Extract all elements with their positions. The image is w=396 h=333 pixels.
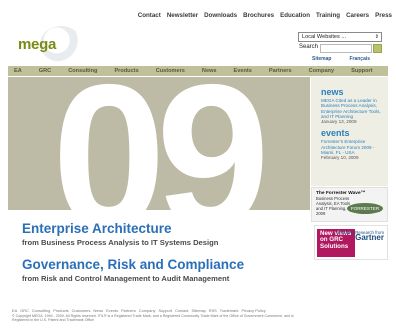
gartner-logo: Gartner (355, 233, 384, 242)
footer-link-events[interactable]: Events (106, 308, 118, 313)
hero-graphic: 09 (52, 77, 273, 210)
section-heading-ea[interactable]: Enterprise Architecture (22, 221, 172, 236)
main-nav-support[interactable]: Support (351, 68, 372, 74)
footer-nav: EA GRC Consulting Products Customers New… (12, 308, 266, 313)
top-nav: Contact Newsletter Downloads Brochures E… (138, 12, 392, 19)
gartner-feature: Featuring Research from Gartner (335, 230, 384, 242)
main-nav-customers[interactable]: Customers (156, 68, 185, 74)
local-websites-value: Local Websites ... (302, 34, 347, 40)
main-nav-products[interactable]: Products (114, 68, 138, 74)
footer-link-rss[interactable]: RSS (209, 308, 217, 313)
footer-link-company[interactable]: Company (139, 308, 156, 313)
main-nav-ea[interactable]: EA (14, 68, 22, 74)
news-date: January 13, 2009 (321, 119, 357, 125)
news-events-panel: news MEGA Cited as a Leader in Business … (311, 77, 388, 186)
news-item-link[interactable]: MEGA Cited as a Leader in Business Proce… (321, 98, 388, 119)
main-nav-news[interactable]: News (202, 68, 217, 74)
footer-link-partners[interactable]: Partners (121, 308, 136, 313)
events-date: February 10, 2009 (321, 155, 359, 161)
footer-link-support[interactable]: Support (158, 308, 172, 313)
footer-copyright: © Copyright MEGA. 1994 - 2009. All Right… (12, 314, 294, 323)
top-nav-training[interactable]: Training (316, 12, 340, 19)
footer-link-sitemap[interactable]: Sitemap (192, 308, 206, 313)
forrester-wave-banner[interactable]: The Forrester Wave™ Business Process Ana… (311, 187, 388, 222)
chevron-updown-icon: ⇕ (374, 34, 379, 40)
section-subheading-ea: from Business Process Analysis to IT Sys… (22, 238, 219, 247)
grc-gartner-banner[interactable]: New views on GRC Solutions Featuring Res… (314, 225, 388, 260)
top-nav-education[interactable]: Education (280, 12, 310, 19)
section-subheading-grc: from Risk and Control Management to Audi… (22, 274, 230, 283)
search-label: Search (299, 44, 319, 50)
footer-link-consulting[interactable]: Consulting (32, 308, 50, 313)
footer-link-customers[interactable]: Customers (72, 308, 91, 313)
hero-year-digits: 09 (52, 77, 263, 210)
footer-link-ea[interactable]: EA (12, 308, 17, 313)
search-go-button[interactable] (373, 44, 382, 53)
events-heading: events (321, 128, 350, 139)
main-nav-grc[interactable]: GRC (39, 68, 51, 74)
news-heading: news (321, 87, 344, 97)
francais-link[interactable]: Français (349, 56, 370, 62)
events-item-link[interactable]: Forrester’s Enterprise Architecture Foru… (321, 139, 388, 155)
footer-link-products[interactable]: Products (53, 308, 68, 313)
top-nav-contact[interactable]: Contact (138, 12, 161, 19)
top-nav-press[interactable]: Press (375, 12, 392, 19)
top-nav-newsletter[interactable]: Newsletter (167, 12, 198, 19)
sitemap-link[interactable]: Sitemap (312, 56, 331, 62)
footer-link-grc[interactable]: GRC (20, 308, 29, 313)
main-nav: EA GRC Consulting Products Customers New… (8, 66, 388, 76)
forrester-logo-badge: FORRESTER (347, 203, 383, 214)
local-websites-select[interactable]: Local Websites ... ⇕ (298, 32, 382, 42)
section-heading-grc[interactable]: Governance, Risk and Compliance (22, 257, 244, 272)
footer-link-contact[interactable]: Contact (175, 308, 188, 313)
search-input[interactable] (320, 44, 372, 53)
footer-link-news[interactable]: News (93, 308, 103, 313)
mega-logo[interactable]: mega (16, 26, 86, 62)
utility-links: Sitemap Français (312, 56, 370, 62)
top-nav-careers[interactable]: Careers (346, 12, 369, 19)
top-nav-downloads[interactable]: Downloads (204, 12, 237, 19)
main-nav-consulting[interactable]: Consulting (68, 68, 97, 74)
footer-link-trademark[interactable]: Trademark (220, 308, 239, 313)
logo-text: mega (18, 36, 56, 53)
main-nav-events[interactable]: Events (234, 68, 252, 74)
main-nav-company[interactable]: Company (309, 68, 335, 74)
hero-banner: 09 (8, 77, 310, 210)
footer-link-privacy[interactable]: Privacy Policy (241, 308, 265, 313)
main-nav-partners[interactable]: Partners (269, 68, 292, 74)
top-nav-brochures[interactable]: Brochures (243, 12, 274, 19)
